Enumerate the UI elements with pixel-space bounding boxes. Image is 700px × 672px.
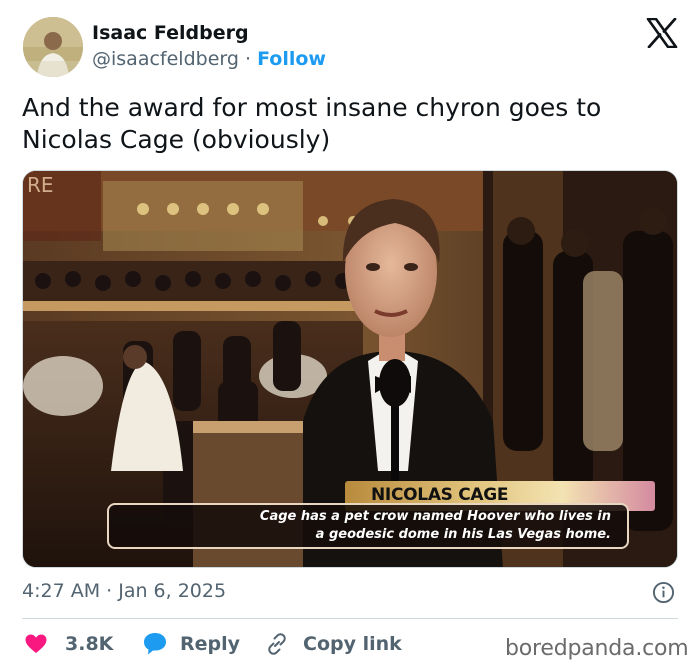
avatar[interactable] <box>23 17 83 77</box>
author-name[interactable]: Isaac Feldberg <box>92 22 249 44</box>
author-handle-row: @isaacfeldberg · Follow <box>92 48 326 70</box>
tweet-text-line: Nicolas Cage (obviously) <box>22 125 331 154</box>
separator: · <box>244 48 252 70</box>
like-button[interactable]: 3.8K <box>24 628 113 660</box>
tweet-text: And the award for most insane chyron goe… <box>22 92 672 156</box>
speech-bubble-icon <box>144 633 166 655</box>
tweet-text-line: And the award for most insane chyron goe… <box>22 93 602 122</box>
reply-button[interactable]: Reply <box>142 628 240 660</box>
like-count: 3.8K <box>65 633 114 655</box>
heart-icon <box>25 634 47 653</box>
copy-link-button[interactable]: Copy link <box>265 628 402 660</box>
chyron-caption-line: a geodesic dome in his Las Vegas home. <box>315 527 611 542</box>
chyron-caption: Cage has a pet crow named Hoover who liv… <box>107 503 629 549</box>
avatar-photo <box>23 17 83 77</box>
watermark: boredpanda.com <box>505 636 689 661</box>
divider <box>22 618 678 619</box>
tweet-card: Isaac Feldberg @isaacfeldberg · Follow A… <box>0 0 700 672</box>
tweet-timestamp[interactable]: 4:27 AM · Jan 6, 2025 <box>22 580 226 602</box>
x-logo-icon[interactable] <box>646 18 678 48</box>
chyron-name: NICOLAS CAGE <box>371 485 509 505</box>
info-icon[interactable] <box>652 581 675 604</box>
chyron-caption-line: Cage has a pet crow named Hoover who liv… <box>259 509 611 524</box>
link-icon <box>268 633 286 655</box>
reply-label: Reply <box>180 633 241 655</box>
corner-logo-text: RE <box>27 173 54 197</box>
copy-link-label: Copy link <box>303 633 402 655</box>
author-handle[interactable]: @isaacfeldberg <box>92 48 239 70</box>
follow-button[interactable]: Follow <box>257 48 326 70</box>
tweet-media[interactable]: RE NICOLAS CAGE Cage has a pet crow name… <box>22 170 678 568</box>
